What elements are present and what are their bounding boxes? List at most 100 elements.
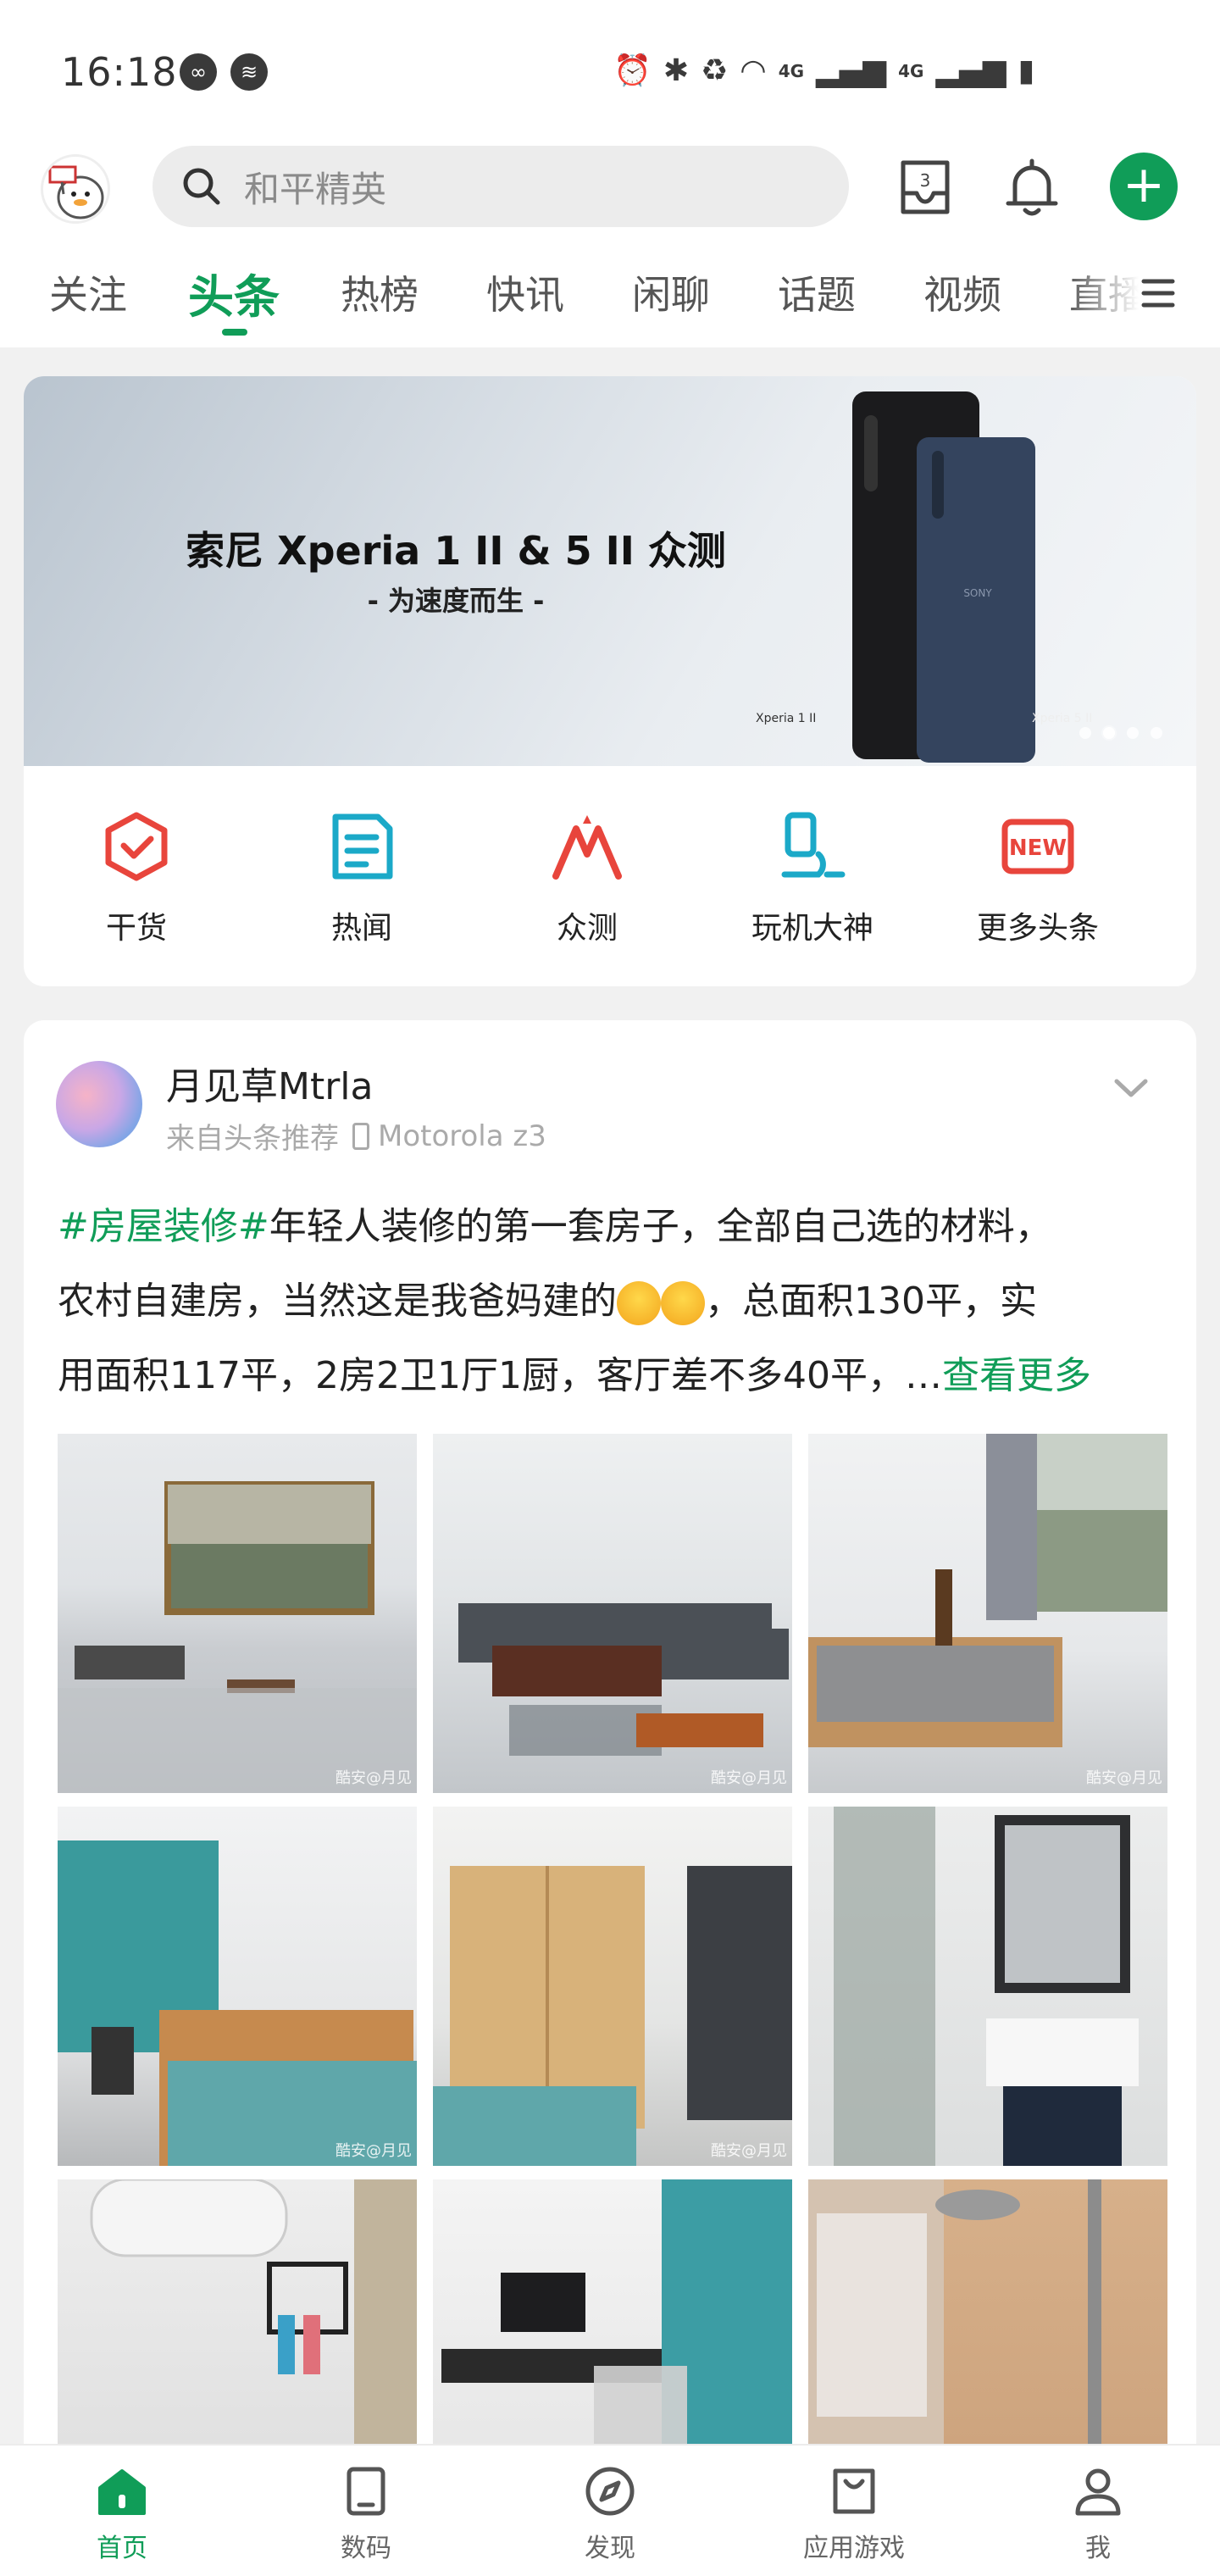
phones-image: SONY	[852, 391, 1035, 763]
phone-user-icon	[781, 812, 846, 878]
plus-icon: +	[1122, 155, 1166, 214]
post-line-1: #房屋装修#年轻人装修的第一套房子，全部自己选的材料，	[58, 1190, 1167, 1264]
nav-apps-games[interactable]: 应用游戏	[732, 2446, 976, 2576]
watermark: 酷安@月见	[1086, 1769, 1162, 1787]
post-source: 来自头条推荐	[166, 1122, 339, 1156]
user-avatar[interactable]	[41, 154, 110, 224]
banner-card: 索尼 Xperia 1 II & 5 II 众测 - 为速度而生 - SONY …	[24, 376, 1196, 986]
signal-icon-2: ▂▄▆	[935, 53, 1006, 88]
banner-subtitle: - 为速度而生 -	[367, 585, 545, 617]
quick-link-dry-goods[interactable]: 干货	[24, 766, 249, 986]
tab-chat[interactable]: 闲聊	[632, 264, 710, 320]
phone-icon	[352, 1122, 369, 1150]
quick-link-label: 玩机大神	[751, 911, 873, 946]
shield-check-icon	[105, 812, 168, 881]
brand-label: SONY	[963, 587, 992, 599]
nav-discover[interactable]: 发现	[488, 2446, 732, 2576]
nav-label: 我	[1085, 2534, 1111, 2563]
photo-living-room-sofa[interactable]: 酷安@月见	[433, 1434, 792, 1793]
phone-label-1: Xperia 1 II	[756, 712, 817, 725]
status-bar: 16:18 ∞ ≋ ⏰ ✱ ♻ ◠ 4G ▂▄▆ 4G ▂▄▆ ▮	[0, 0, 1220, 144]
banner-title: 索尼 Xperia 1 II & 5 II 众测	[186, 528, 726, 574]
quick-link-label: 更多头条	[976, 911, 1099, 946]
photo-content	[834, 1807, 1139, 2166]
tab-follow[interactable]: 关注	[49, 264, 127, 320]
cartoon-duck-icon	[48, 165, 104, 219]
infinity-icon: ∞	[180, 53, 217, 91]
tab-news-flash[interactable]: 快讯	[486, 264, 564, 320]
author-avatar[interactable]	[56, 1061, 142, 1147]
search-placeholder: 和平精英	[244, 168, 387, 210]
quick-link-testing[interactable]: 众测	[474, 766, 700, 986]
quick-link-label: 众测	[556, 911, 618, 946]
photo-living-room-window[interactable]: 酷安@月见	[58, 1434, 417, 1793]
post-device: Motorola z3	[378, 1119, 546, 1153]
watermark: 酷安@月见	[711, 2142, 787, 2160]
signal-4g-label-2: 4G	[898, 61, 924, 81]
menu-icon[interactable]	[1140, 275, 1176, 312]
test-wave-icon	[552, 815, 622, 880]
photo-content	[58, 1840, 417, 2166]
carousel-dot[interactable]	[1079, 727, 1091, 739]
tab-video[interactable]: 视频	[923, 264, 1001, 320]
photo-content	[458, 1603, 789, 1756]
quick-link-label: 热闻	[330, 911, 392, 946]
post-text-line1: 年轻人装修的第一套房子，全部自己选的材料，	[269, 1205, 1052, 1248]
carousel-dot[interactable]	[1151, 727, 1162, 739]
author-name[interactable]: 月见草Mtrla	[166, 1056, 374, 1110]
status-time: 16:18	[61, 49, 178, 95]
carousel-dot[interactable]	[1127, 727, 1139, 739]
wifi-icon: ◠	[740, 53, 767, 88]
post-text-line2a: 农村自建房，当然这是我爸妈建的	[58, 1280, 617, 1323]
photo-bathroom-sink[interactable]	[808, 1807, 1167, 2166]
phone-label-2: Xperia 5 II	[1032, 712, 1093, 725]
nav-home[interactable]: 首页	[0, 2446, 244, 2576]
category-tabs: 关注 头条 热榜 快讯 闲聊 话题 视频 直播	[0, 237, 1220, 347]
tab-hot-list[interactable]: 热榜	[341, 264, 419, 320]
quick-link-hot-news[interactable]: 热闻	[249, 766, 474, 986]
bluetooth-icon: ✱	[663, 53, 689, 88]
watermark: 酷安@月见	[336, 1769, 412, 1787]
carousel-dot-active[interactable]	[1103, 727, 1115, 739]
bell-icon[interactable]	[998, 154, 1066, 222]
nav-digital[interactable]: 数码	[244, 2446, 488, 2576]
new-badge-text: NEW	[1009, 836, 1067, 861]
tablet-icon	[347, 2467, 385, 2516]
post-body[interactable]: #房屋装修#年轻人装修的第一套房子，全部自己选的材料， 农村自建房，当然这是我爸…	[58, 1190, 1167, 1413]
nav-me[interactable]: 我	[976, 2446, 1220, 2576]
emoji-icon	[661, 1281, 705, 1325]
bottom-navigation: 首页 数码 发现 应用游戏 我	[0, 2444, 1220, 2576]
post-meta: 来自头条推荐 Motorola z3	[166, 1115, 546, 1157]
document-icon	[332, 813, 393, 880]
post-text-line2b: ，总面积130平，实	[705, 1280, 1037, 1323]
tab-headlines[interactable]: 头条	[188, 259, 280, 326]
new-badge-icon: NEW	[1001, 819, 1074, 874]
watermark: 酷安@月见	[336, 2142, 412, 2160]
app-screen: 16:18 ∞ ≋ ⏰ ✱ ♻ ◠ 4G ▂▄▆ 4G ▂▄▆ ▮ 和平精英 3…	[0, 0, 1220, 2576]
quick-links: 干货 热闻 众测 玩机大神 NEW 更多头条	[24, 766, 1196, 986]
photo-bedroom-curtain[interactable]: 酷安@月见	[58, 1807, 417, 2166]
person-icon	[1075, 2468, 1121, 2516]
inbox-icon[interactable]: 3	[891, 154, 959, 222]
active-tab-indicator	[222, 329, 247, 336]
feed-post[interactable]: 月见草Mtrla 来自头条推荐 Motorola z3 #房屋装修#年轻人装修的…	[24, 1020, 1196, 2576]
search-bar[interactable]: 和平精英	[152, 146, 849, 227]
hashtag-link[interactable]: #房屋装修#	[58, 1205, 269, 1248]
photo-bedroom-wardrobe[interactable]: 酷安@月见	[433, 1807, 792, 2166]
carousel-dots	[1079, 727, 1162, 739]
chevron-down-icon[interactable]	[1108, 1071, 1154, 1105]
quick-link-label: 干货	[105, 911, 167, 946]
photo-bedroom-wardrobe-window[interactable]: 酷安@月见	[808, 1434, 1167, 1793]
see-more-link[interactable]: 查看更多	[942, 1354, 1091, 1397]
photo-content	[58, 1481, 417, 1793]
spotify-icon: ≋	[230, 53, 268, 91]
compass-icon	[585, 2467, 635, 2516]
promo-banner[interactable]: 索尼 Xperia 1 II & 5 II 众测 - 为速度而生 - SONY …	[24, 376, 1196, 766]
nav-label: 首页	[97, 2534, 147, 2563]
nav-label: 数码	[341, 2534, 391, 2563]
quick-link-phone-gurus[interactable]: 玩机大神	[700, 766, 925, 986]
battery-charging-icon: ▮	[1018, 53, 1035, 88]
quick-link-more-headlines[interactable]: NEW 更多头条	[925, 766, 1151, 986]
tab-topics[interactable]: 话题	[778, 264, 856, 320]
create-post-button[interactable]: +	[1110, 153, 1178, 220]
